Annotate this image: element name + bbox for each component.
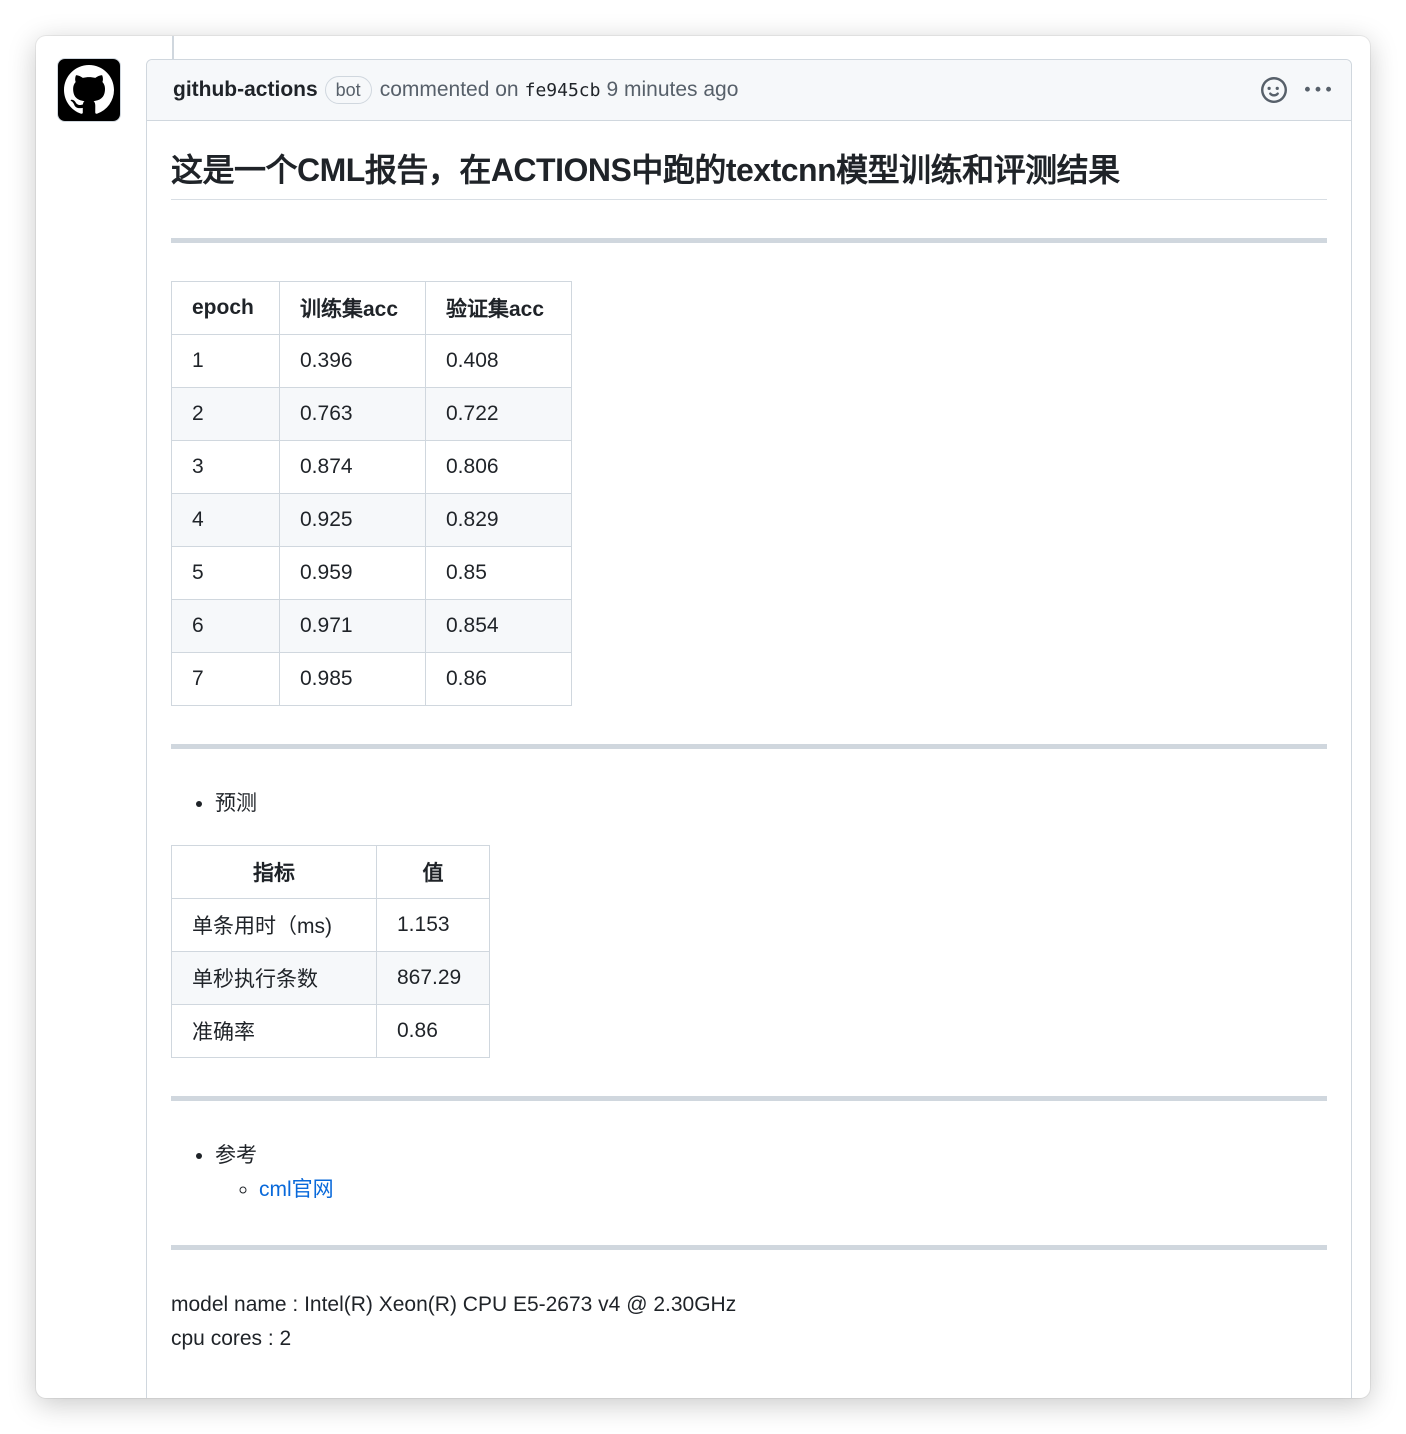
table-cell: 5 [171, 546, 280, 600]
list-item-label: 参考 [215, 1144, 257, 1167]
report-title: 这是一个CML报告，在ACTIONS中跑的textcnn模型训练和评测结果 [171, 121, 1327, 200]
bot-badge: bot [324, 76, 372, 104]
cml-website-link[interactable]: cml官网 [259, 1178, 334, 1201]
avatar[interactable] [57, 58, 121, 122]
column-header: 训练集acc [279, 281, 426, 335]
table-row: 2 0.763 0.722 [171, 387, 572, 441]
timestamp-link[interactable]: 9 minutes ago [606, 78, 738, 102]
table-cell: 单条用时（ms) [171, 898, 377, 952]
table-cell: 7 [171, 652, 280, 706]
comment-box: github-actions bot commented on fe945cb … [146, 59, 1352, 1398]
commit-sha-link[interactable]: fe945cb [525, 80, 601, 101]
table-cell: 0.408 [425, 334, 572, 388]
table-cell: 0.959 [279, 546, 426, 600]
comment-header: github-actions bot commented on fe945cb … [147, 60, 1351, 121]
smiley-icon [1261, 77, 1287, 103]
table-row: 5 0.959 0.85 [171, 546, 572, 600]
table-row: 6 0.971 0.854 [171, 599, 572, 653]
divider [171, 238, 1327, 243]
list-item: 预测 [215, 787, 1327, 821]
timeline-line [172, 36, 174, 60]
table-cell: 0.829 [425, 493, 572, 547]
table-cell: 3 [171, 440, 280, 494]
table-cell: 准确率 [171, 1004, 377, 1058]
cpu-cores-text: cpu cores : 2 [171, 1327, 292, 1350]
table-row: 单秒执行条数 867.29 [171, 951, 490, 1005]
header-actions [1261, 77, 1331, 103]
table-cell: 0.806 [425, 440, 572, 494]
table-row: 3 0.874 0.806 [171, 440, 572, 494]
table-cell: 4 [171, 493, 280, 547]
divider [171, 744, 1327, 749]
table-cell: 0.874 [279, 440, 426, 494]
table-header-row: 指标 值 [171, 845, 490, 899]
table-cell: 0.763 [279, 387, 426, 441]
divider [171, 1245, 1327, 1250]
table-cell: 0.854 [425, 599, 572, 653]
table-row: 7 0.985 0.86 [171, 652, 572, 706]
training-table: epoch 训练集acc 验证集acc 1 0.396 0.408 2 0.763 0.… [171, 281, 572, 706]
table-cell: 0.85 [425, 546, 572, 600]
predict-list: 预测 [171, 787, 1327, 821]
kebab-horizontal-icon [1305, 86, 1331, 92]
column-header: 值 [376, 845, 490, 899]
table-cell: 1.153 [376, 898, 490, 952]
table-row: 准确率 0.86 [171, 1004, 490, 1058]
github-mark-icon [64, 65, 114, 114]
author-link[interactable]: github-actions [173, 78, 318, 102]
reference-sublist: cml官网 [215, 1173, 1327, 1207]
table-cell: 单秒执行条数 [171, 951, 377, 1005]
table-cell: 0.985 [279, 652, 426, 706]
add-reaction-button[interactable] [1261, 77, 1287, 103]
reference-list: 参考 cml官网 [171, 1139, 1327, 1207]
model-name-text: model name : Intel(R) Xeon(R) CPU E5-267… [171, 1293, 737, 1316]
table-row: 1 0.396 0.408 [171, 334, 572, 388]
table-cell: 0.971 [279, 599, 426, 653]
table-cell: 867.29 [376, 951, 490, 1005]
column-header: 指标 [171, 845, 377, 899]
predict-table: 指标 值 单条用时（ms) 1.153 单秒执行条数 867.29 准确率 0.86 [171, 845, 490, 1058]
table-cell: 6 [171, 599, 280, 653]
commented-on-text: commented on [379, 78, 519, 101]
window-frame: github-actions bot commented on fe945cb … [36, 36, 1370, 1398]
more-options-button[interactable] [1305, 77, 1331, 103]
table-cell: 0.86 [425, 652, 572, 706]
column-header: 验证集acc [425, 281, 572, 335]
table-cell: 0.925 [279, 493, 426, 547]
table-cell: 1 [171, 334, 280, 388]
list-item: cml官网 [259, 1173, 1327, 1207]
divider [171, 1096, 1327, 1101]
table-cell: 0.396 [279, 334, 426, 388]
list-item: 参考 cml官网 [215, 1139, 1327, 1207]
table-row: 4 0.925 0.829 [171, 493, 572, 547]
table-cell: 0.722 [425, 387, 572, 441]
table-cell: 2 [171, 387, 280, 441]
comment-body: 这是一个CML报告，在ACTIONS中跑的textcnn模型训练和评测结果 ep… [147, 121, 1351, 1356]
column-header: epoch [171, 281, 280, 335]
system-info: model name : Intel(R) Xeon(R) CPU E5-267… [171, 1288, 1327, 1356]
table-row: 单条用时（ms) 1.153 [171, 898, 490, 952]
table-cell: 0.86 [376, 1004, 490, 1058]
table-header-row: epoch 训练集acc 验证集acc [171, 281, 572, 335]
